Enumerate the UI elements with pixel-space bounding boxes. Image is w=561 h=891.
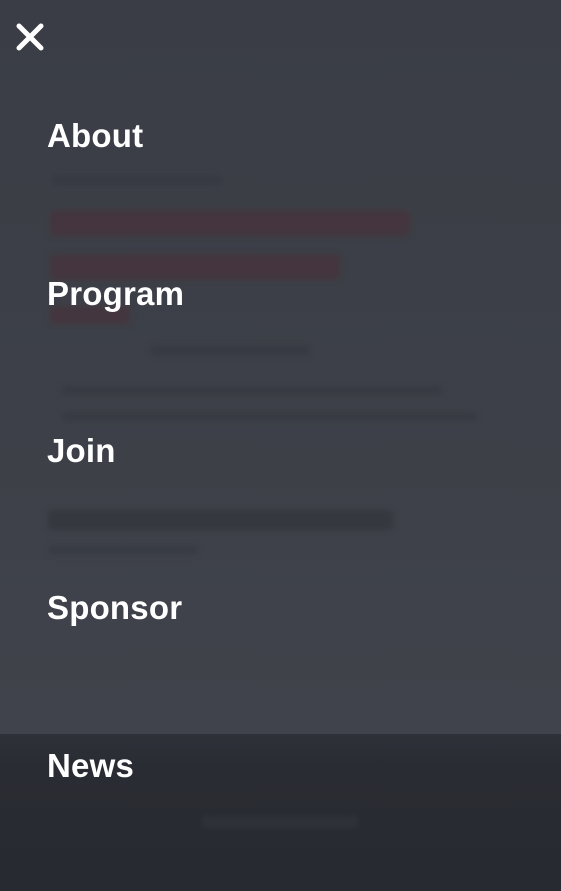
overlay-menu: About Program Join Sponsor News [0,0,561,891]
close-icon [16,23,44,51]
nav-item-news[interactable]: News [47,746,134,786]
nav-item-program[interactable]: Program [47,274,184,314]
nav-item-join[interactable]: Join [47,431,116,471]
close-menu-button[interactable] [15,22,45,52]
nav-item-about[interactable]: About [47,116,143,156]
nav-item-sponsor[interactable]: Sponsor [47,588,182,628]
